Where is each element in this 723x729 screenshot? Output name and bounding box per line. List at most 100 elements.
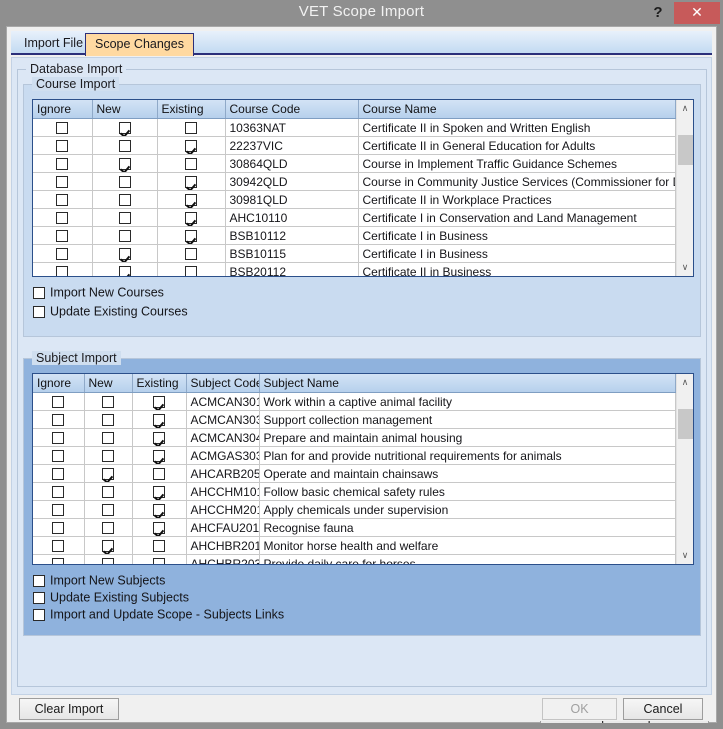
table-row[interactable]: 22237VICCertificate II in General Educat… [33,137,676,155]
subject-ignore-cell[interactable] [33,411,84,429]
subject-existing-checkbox[interactable] [153,468,165,480]
course-existing-cell[interactable] [157,137,225,155]
course-existing-checkbox[interactable] [185,158,197,170]
table-row[interactable]: ACMCAN303ASupport collection management [33,411,676,429]
subject-ignore-checkbox[interactable] [52,522,64,534]
subject-new-checkbox[interactable] [102,396,114,408]
subject-new-cell[interactable] [84,411,132,429]
course-ignore-cell[interactable] [33,119,92,137]
course-existing-checkbox[interactable] [185,248,197,260]
subject-ignore-checkbox[interactable] [52,468,64,480]
course-new-cell[interactable] [92,119,157,137]
course-ignore-checkbox[interactable] [56,248,68,260]
table-row[interactable]: AHCCHM101AFollow basic chemical safety r… [33,483,676,501]
import-new-subjects-checkbox[interactable] [33,575,45,587]
course-existing-cell[interactable] [157,119,225,137]
cancel-button[interactable]: Cancel [623,698,703,720]
subject-scroll-up-icon[interactable]: ∧ [677,374,693,391]
course-new-cell[interactable] [92,245,157,263]
course-existing-checkbox[interactable] [185,230,197,242]
table-row[interactable]: 30981QLDCertificate II in Workplace Prac… [33,191,676,209]
table-row[interactable]: AHCARB205AOperate and maintain chainsaws [33,465,676,483]
subject-ignore-checkbox[interactable] [52,540,64,552]
subject-new-checkbox[interactable] [102,558,114,564]
option-import-update-scope-subject-links[interactable]: Import and Update Scope - Subjects Links [33,607,284,622]
course-scroll-track[interactable] [677,117,693,259]
subject-grid[interactable]: Ignore New Existing Subject Code Subject… [32,373,694,565]
course-new-cell[interactable] [92,263,157,277]
course-col-ignore[interactable]: Ignore [33,100,92,119]
subject-new-cell[interactable] [84,483,132,501]
course-new-checkbox[interactable] [119,248,131,260]
subject-ignore-cell[interactable] [33,393,84,411]
course-new-checkbox[interactable] [119,194,131,206]
course-existing-cell[interactable] [157,227,225,245]
subject-scroll-down-icon[interactable]: ∨ [677,547,693,564]
subject-existing-checkbox[interactable] [153,432,165,444]
subject-scroll-thumb[interactable] [678,409,693,439]
subject-ignore-checkbox[interactable] [52,558,64,564]
course-col-course-name[interactable]: Course Name [358,100,676,119]
subject-existing-cell[interactable] [132,447,186,465]
table-row[interactable]: AHCHBR203AProvide daily care for horses [33,555,676,565]
subject-new-cell[interactable] [84,429,132,447]
subject-existing-checkbox[interactable] [153,396,165,408]
table-row[interactable]: AHCHBR201AMonitor horse health and welfa… [33,537,676,555]
course-grid-scrollbar[interactable]: ∧ ∨ [676,100,693,276]
course-ignore-cell[interactable] [33,263,92,277]
subject-existing-cell[interactable] [132,465,186,483]
table-row[interactable]: BSB10112Certificate I in Business [33,227,676,245]
option-update-existing-courses[interactable]: Update Existing Courses [33,304,188,319]
help-icon[interactable]: ? [647,2,669,24]
subject-ignore-cell[interactable] [33,555,84,565]
course-new-checkbox[interactable] [119,230,131,242]
update-existing-courses-checkbox[interactable] [33,306,45,318]
subject-new-checkbox[interactable] [102,504,114,516]
course-existing-checkbox[interactable] [185,212,197,224]
table-row[interactable]: 30942QLDCourse in Community Justice Serv… [33,173,676,191]
course-existing-checkbox[interactable] [185,194,197,206]
course-ignore-cell[interactable] [33,155,92,173]
update-existing-subjects-checkbox[interactable] [33,592,45,604]
course-ignore-cell[interactable] [33,245,92,263]
subject-new-checkbox[interactable] [102,486,114,498]
course-new-checkbox[interactable] [119,176,131,188]
course-col-existing[interactable]: Existing [157,100,225,119]
course-existing-checkbox[interactable] [185,122,197,134]
subject-scroll-track[interactable] [677,391,693,547]
subject-existing-cell[interactable] [132,537,186,555]
subject-col-existing[interactable]: Existing [132,374,186,393]
subject-new-cell[interactable] [84,393,132,411]
import-new-courses-checkbox[interactable] [33,287,45,299]
course-new-checkbox[interactable] [119,212,131,224]
course-ignore-cell[interactable] [33,191,92,209]
subject-new-checkbox[interactable] [102,522,114,534]
subject-existing-cell[interactable] [132,555,186,565]
subject-existing-checkbox[interactable] [153,504,165,516]
tab-import-file[interactable]: Import File [15,33,92,55]
subject-new-checkbox[interactable] [102,468,114,480]
course-ignore-cell[interactable] [33,227,92,245]
subject-existing-checkbox[interactable] [153,540,165,552]
course-new-checkbox[interactable] [119,266,131,276]
table-row[interactable]: AHC10110Certificate I in Conservation an… [33,209,676,227]
subject-new-checkbox[interactable] [102,540,114,552]
subject-col-ignore[interactable]: Ignore [33,374,84,393]
course-ignore-checkbox[interactable] [56,230,68,242]
course-existing-cell[interactable] [157,155,225,173]
course-existing-cell[interactable] [157,173,225,191]
course-ignore-checkbox[interactable] [56,140,68,152]
subject-ignore-cell[interactable] [33,501,84,519]
course-ignore-checkbox[interactable] [56,158,68,170]
ok-button[interactable]: OK [542,698,617,720]
subject-new-cell[interactable] [84,555,132,565]
course-new-cell[interactable] [92,173,157,191]
subject-existing-cell[interactable] [132,483,186,501]
tab-scope-changes[interactable]: Scope Changes [85,33,194,56]
subject-ignore-cell[interactable] [33,537,84,555]
course-new-cell[interactable] [92,227,157,245]
subject-ignore-cell[interactable] [33,465,84,483]
subject-ignore-cell[interactable] [33,483,84,501]
course-new-cell[interactable] [92,209,157,227]
subject-new-cell[interactable] [84,447,132,465]
